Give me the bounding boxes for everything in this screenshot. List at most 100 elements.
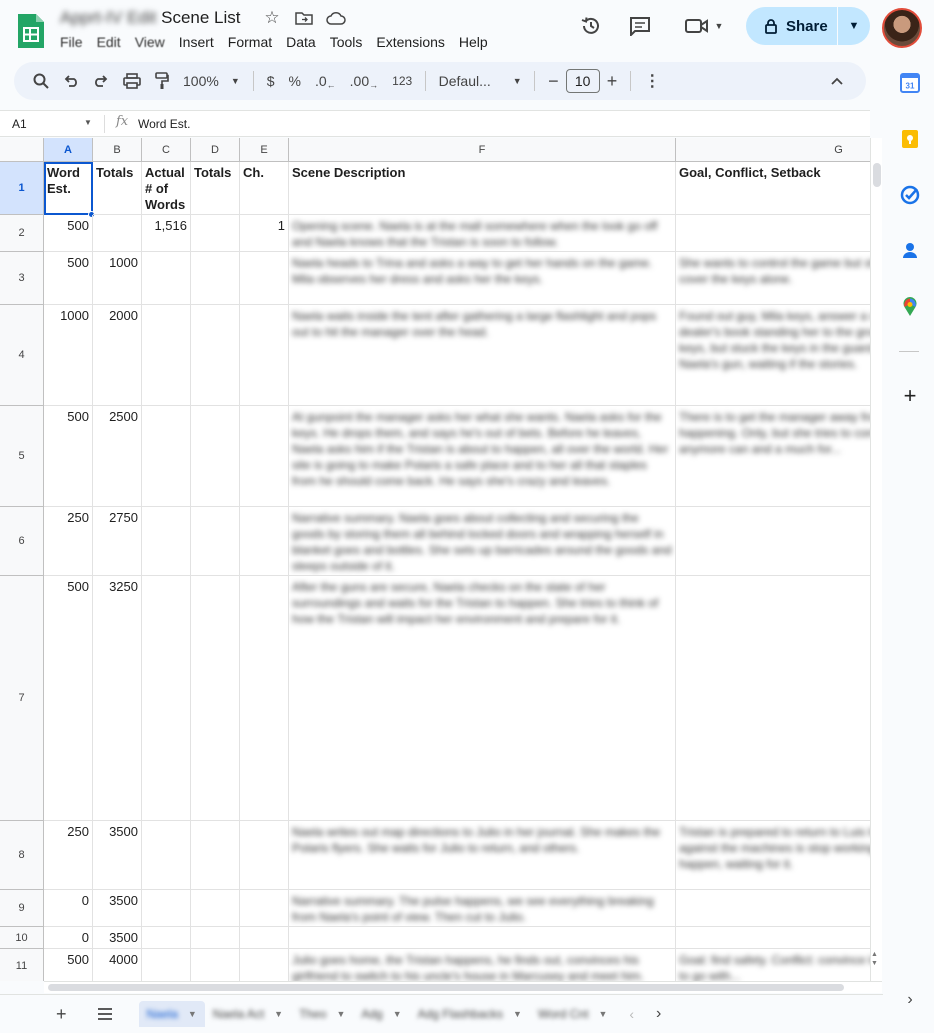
cell-c11[interactable]	[142, 949, 191, 981]
cell-f11[interactable]: Julio goes home, the Tristan happens, he…	[289, 949, 676, 981]
maps-icon[interactable]	[900, 297, 920, 317]
cell-c3[interactable]	[142, 252, 191, 305]
cell-f4[interactable]: Naela waits inside the tent after gather…	[289, 305, 676, 406]
cell-a4[interactable]: 1000	[44, 305, 93, 406]
cell-d6[interactable]	[191, 507, 240, 576]
cell-d3[interactable]	[191, 252, 240, 305]
column-header-d[interactable]: D	[191, 138, 240, 162]
cell-a10[interactable]: 0	[44, 927, 93, 949]
cell-g2[interactable]	[676, 215, 870, 252]
column-header-c[interactable]: C	[142, 138, 191, 162]
cell-f5[interactable]: At gunpoint the manager asks her what sh…	[289, 406, 676, 507]
menu-edit[interactable]: Edit	[97, 34, 128, 50]
decrease-font-size-button[interactable]: −	[541, 67, 566, 95]
cell-b3[interactable]: 1000	[93, 252, 142, 305]
increase-font-size-button[interactable]: +	[600, 67, 625, 95]
row-header-6[interactable]: 6	[0, 507, 44, 576]
menu-tools[interactable]: Tools	[330, 34, 370, 50]
tasks-icon[interactable]	[900, 185, 920, 205]
cell-c1[interactable]: Actual # of Words	[142, 162, 191, 215]
cell-e4[interactable]	[240, 305, 289, 406]
percent-format-button[interactable]: %	[282, 67, 308, 95]
currency-format-button[interactable]: $	[260, 67, 282, 95]
cell-b1[interactable]: Totals	[93, 162, 142, 215]
cell-d10[interactable]	[191, 927, 240, 949]
cell-e5[interactable]	[240, 406, 289, 507]
cell-g8[interactable]: Tristan is prepared to return to Luis ti…	[676, 821, 870, 890]
cell-a1[interactable]: Word Est.	[44, 162, 93, 215]
cell-f10[interactable]	[289, 927, 676, 949]
cell-b9[interactable]: 3500	[93, 890, 142, 927]
cell-c2[interactable]: 1,516	[142, 215, 191, 252]
more-formats-button[interactable]: 123	[385, 67, 419, 95]
increase-decimal-button[interactable]: .00 →	[343, 67, 385, 95]
sheet-tab[interactable]: Naela ▼	[138, 1001, 205, 1027]
share-button[interactable]: Share ▼	[746, 7, 870, 45]
menu-data[interactable]: Data	[286, 34, 323, 50]
cell-d5[interactable]	[191, 406, 240, 507]
cell-d2[interactable]	[191, 215, 240, 252]
more-options-icon[interactable]: ⋮	[637, 67, 667, 95]
cell-a2[interactable]: 500	[44, 215, 93, 252]
cell-a5[interactable]: 500	[44, 406, 93, 507]
cell-e2[interactable]: 1	[240, 215, 289, 252]
add-addon-icon[interactable]: +	[900, 385, 920, 407]
select-all-corner[interactable]	[0, 138, 44, 162]
cell-d11[interactable]	[191, 949, 240, 981]
cell-c7[interactable]	[142, 576, 191, 821]
cell-g5[interactable]: There is to get the manager away from he…	[676, 406, 870, 507]
font-size-input[interactable]: 10	[565, 69, 600, 93]
document-title[interactable]: Apprt-IV Edit Scene List	[60, 8, 241, 28]
menu-extensions[interactable]: Extensions	[376, 34, 451, 50]
row-header-2[interactable]: 2	[0, 215, 44, 252]
row-header-4[interactable]: 4	[0, 305, 44, 406]
version-history-icon[interactable]	[577, 12, 605, 40]
decrease-decimal-button[interactable]: .0 ←	[308, 67, 343, 95]
cell-e3[interactable]	[240, 252, 289, 305]
column-header-g[interactable]: G	[676, 138, 870, 162]
cell-f3[interactable]: Naela heads to Trina and asks a way to g…	[289, 252, 676, 305]
formula-input[interactable]: Word Est.	[138, 117, 190, 131]
cell-a3[interactable]: 500	[44, 252, 93, 305]
cell-c4[interactable]	[142, 305, 191, 406]
cell-d9[interactable]	[191, 890, 240, 927]
menu-insert[interactable]: Insert	[179, 34, 221, 50]
cell-b8[interactable]: 3500	[93, 821, 142, 890]
cell-b11[interactable]: 4000	[93, 949, 142, 981]
menu-format[interactable]: Format	[228, 34, 279, 50]
move-folder-icon[interactable]	[294, 8, 314, 28]
horizontal-scroll-thumb[interactable]	[48, 984, 844, 991]
all-sheets-icon[interactable]	[89, 1001, 121, 1027]
row-header-7[interactable]: 7	[0, 576, 44, 821]
cell-f6[interactable]: Narrative summary. Naela goes about coll…	[289, 507, 676, 576]
cell-g4[interactable]: Found out guy, Mila keys, answer a strug…	[676, 305, 870, 406]
cell-c9[interactable]	[142, 890, 191, 927]
cell-e8[interactable]	[240, 821, 289, 890]
cell-d1[interactable]: Totals	[191, 162, 240, 215]
cell-f9[interactable]: Narrative summary. The pulse happens, we…	[289, 890, 676, 927]
cell-e7[interactable]	[240, 576, 289, 821]
sheet-tab[interactable]: Word Cnt ▼	[530, 1001, 615, 1027]
cell-f7[interactable]: After the guns are secure, Naela checks …	[289, 576, 676, 821]
cell-f8[interactable]: Naela writes out map directions to Julio…	[289, 821, 676, 890]
zoom-select[interactable]: 100% ▼	[176, 67, 247, 95]
row-header-3[interactable]: 3	[0, 252, 44, 305]
contacts-icon[interactable]	[900, 241, 920, 261]
cell-d7[interactable]	[191, 576, 240, 821]
collapse-toolbar-icon[interactable]	[824, 67, 850, 95]
cell-c10[interactable]	[142, 927, 191, 949]
cell-f1[interactable]: Scene Description	[289, 162, 676, 215]
scroll-arrows[interactable]: ▲ ▼	[871, 950, 878, 968]
avatar[interactable]	[882, 8, 922, 48]
undo-icon[interactable]	[56, 67, 86, 95]
cell-b5[interactable]: 2500	[93, 406, 142, 507]
calendar-icon[interactable]: 31	[900, 73, 920, 93]
sheet-tab[interactable]: Adg ▼	[353, 1001, 409, 1027]
cell-g11[interactable]: Goal: find safety. Conflict: convince le…	[676, 949, 870, 981]
cell-f2[interactable]: Opening scene. Naela is at the mall some…	[289, 215, 676, 252]
row-header-11[interactable]: 11	[0, 949, 44, 981]
column-header-b[interactable]: B	[93, 138, 142, 162]
cell-d8[interactable]	[191, 821, 240, 890]
cell-g1[interactable]: Goal, Conflict, Setback	[676, 162, 870, 215]
print-icon[interactable]	[116, 67, 148, 95]
